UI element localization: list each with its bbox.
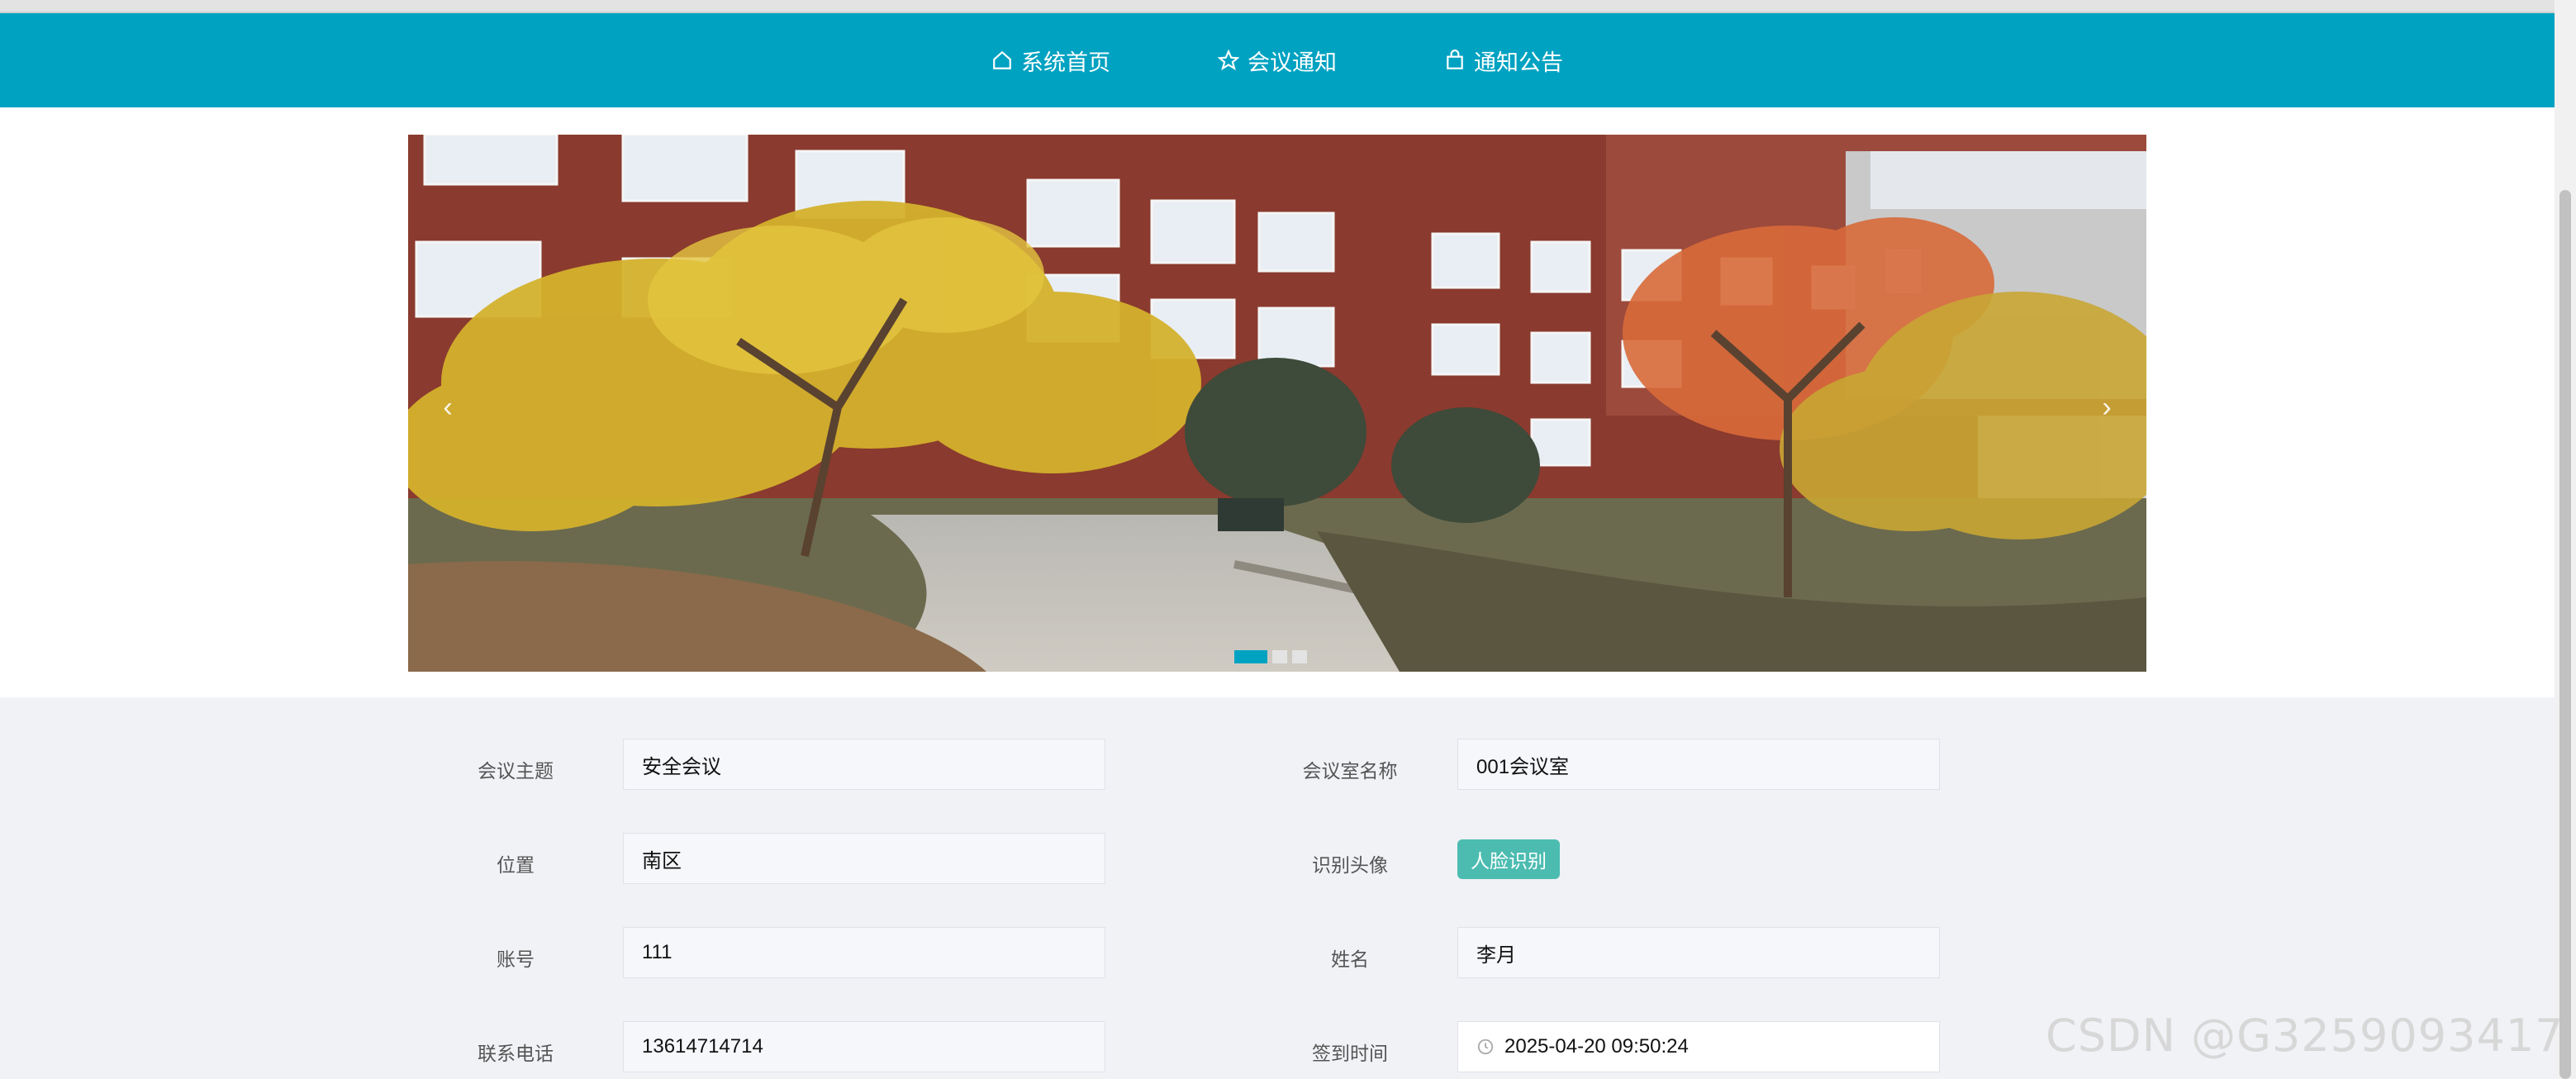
star-icon [1218, 50, 1239, 71]
carousel-next-button[interactable]: › [2090, 383, 2123, 432]
face-recognition-button[interactable]: 人脸识别 [1457, 839, 1560, 879]
carousel-dot-2[interactable] [1272, 650, 1287, 663]
carousel-dot-1[interactable] [1234, 650, 1267, 663]
clock-icon [1477, 1039, 1494, 1055]
account-field[interactable]: 111 [623, 927, 1105, 978]
csdn-watermark: CSDN @G3259093417 [2046, 1010, 2564, 1062]
avatar-label: 识别头像 [1312, 854, 1388, 876]
room-field[interactable]: 001会议室 [1457, 739, 1940, 790]
signin-time-field[interactable]: 2025-04-20 09:50:24 [1457, 1021, 1940, 1072]
name-field[interactable]: 李月 [1457, 927, 1940, 978]
signin-time-value: 2025-04-20 09:50:24 [1504, 1035, 1689, 1058]
nav-item-label: 系统首页 [1021, 50, 1110, 75]
room-label: 会议室名称 [1302, 760, 1398, 782]
home-icon [993, 50, 1011, 69]
location-label: 位置 [497, 854, 535, 876]
scrollbar-thumb[interactable] [2559, 190, 2571, 1079]
topic-field[interactable]: 安全会议 [623, 739, 1105, 790]
image-carousel[interactable]: ‹ › [408, 135, 2146, 672]
name-label: 姓名 [1331, 948, 1369, 970]
nav-item-announcement[interactable]: 通知公告 [1444, 45, 1563, 77]
nav-item-label: 通知公告 [1474, 50, 1563, 75]
nav-item-meeting-notice[interactable]: 会议通知 [1218, 45, 1337, 77]
carousel-dot-3[interactable] [1292, 650, 1307, 663]
top-navbar: 系统首页 会议通知 通知公告 [0, 13, 2555, 107]
carousel-prev-button[interactable]: ‹ [431, 383, 464, 432]
nav-item-home[interactable]: 系统首页 [991, 45, 1110, 77]
signin-time-label: 签到时间 [1312, 1043, 1388, 1064]
browser-top-strip [0, 0, 2576, 13]
campus-photo [408, 135, 2146, 672]
bag-icon [1447, 50, 1463, 69]
carousel-indicators [1234, 650, 1307, 663]
nav-item-label: 会议通知 [1248, 50, 1337, 75]
phone-label: 联系电话 [478, 1043, 554, 1064]
account-label: 账号 [497, 948, 535, 970]
location-field[interactable]: 南区 [623, 833, 1105, 884]
phone-field[interactable]: 13614714714 [623, 1021, 1105, 1072]
topic-label: 会议主题 [478, 760, 554, 782]
